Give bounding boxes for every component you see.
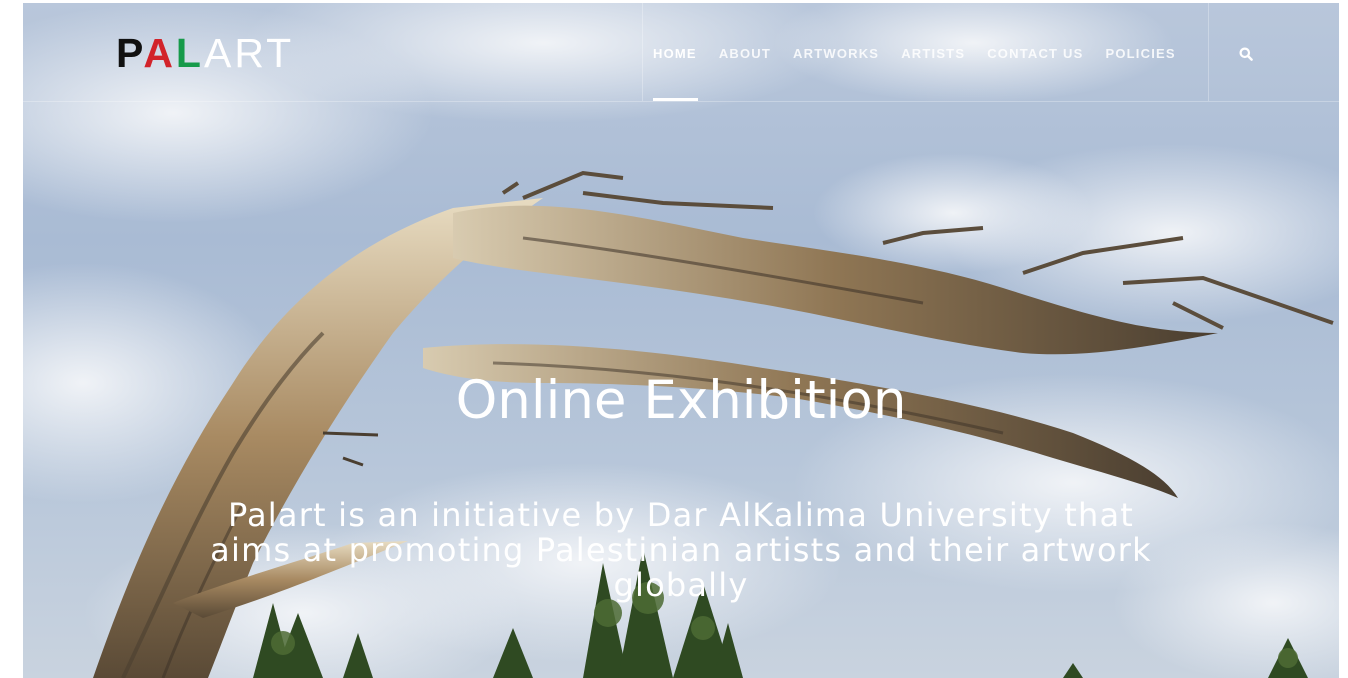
nav-item-contact-us[interactable]: CONTACT US bbox=[987, 46, 1083, 66]
palart-logo[interactable]: PALART bbox=[116, 33, 294, 74]
nav-item-policies[interactable]: POLICIES bbox=[1105, 46, 1175, 66]
logo-letter-p: P bbox=[116, 30, 144, 76]
logo-letter-l: L bbox=[175, 30, 204, 76]
logo-word-art: ART bbox=[203, 30, 295, 76]
nav-divider-left bbox=[642, 3, 643, 101]
nav-item-about[interactable]: ABOUT bbox=[719, 46, 771, 66]
main-nav: HOME ABOUT ARTWORKS ARTISTS CONTACT US P… bbox=[653, 46, 1198, 66]
nav-item-home[interactable]: HOME bbox=[653, 46, 697, 66]
page: PALART HOME ABOUT ARTWORKS ARTISTS CONTA… bbox=[0, 0, 1348, 678]
hero-subtitle: Palart is an initiative by Dar AlKalima … bbox=[210, 496, 1152, 604]
hero-section: PALART HOME ABOUT ARTWORKS ARTISTS CONTA… bbox=[23, 3, 1339, 678]
nav-active-indicator bbox=[653, 98, 698, 101]
site-header: PALART HOME ABOUT ARTWORKS ARTISTS CONTA… bbox=[23, 3, 1339, 102]
nav-item-artworks[interactable]: ARTWORKS bbox=[793, 46, 879, 66]
nav-divider-right bbox=[1208, 3, 1209, 101]
nav-item-artists[interactable]: ARTISTS bbox=[901, 46, 965, 66]
search-icon[interactable] bbox=[1239, 47, 1253, 61]
logo-letter-a: A bbox=[143, 30, 176, 76]
hero-title: Online Exhibition bbox=[455, 369, 907, 431]
